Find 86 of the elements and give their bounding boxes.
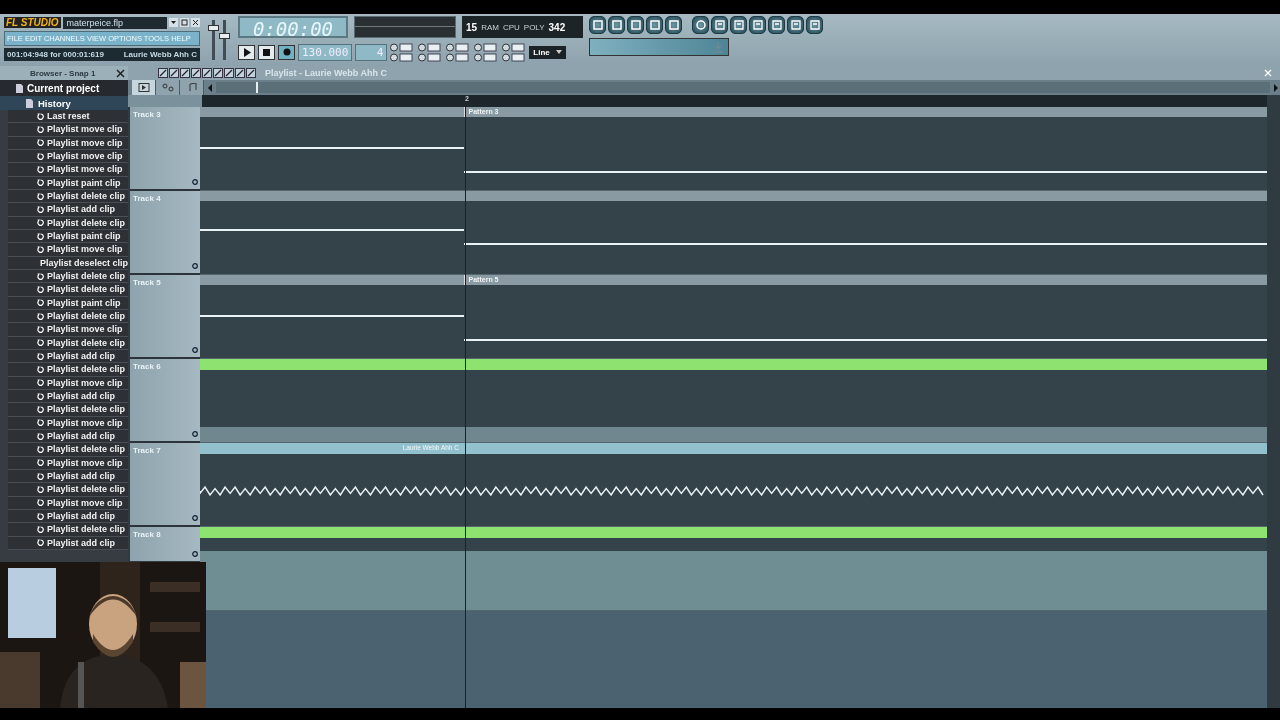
automation-clip[interactable] xyxy=(200,359,1267,370)
scroll-left-icon[interactable] xyxy=(206,82,214,93)
cpu-value: 15 xyxy=(466,21,478,33)
undo-step[interactable]: Playlist delete clip xyxy=(8,483,128,497)
undo-step[interactable]: Playlist move clip xyxy=(8,243,128,257)
dot-icon[interactable] xyxy=(192,263,198,269)
undo-step[interactable]: Last reset xyxy=(8,110,128,124)
track-name: Track 6 xyxy=(133,362,161,371)
undo-step[interactable]: Playlist add clip xyxy=(8,203,128,217)
undo-step[interactable]: Playlist delete clip xyxy=(8,523,128,537)
option-icon[interactable] xyxy=(474,42,499,52)
browser-title: Browser - Snap 1 xyxy=(30,68,96,78)
toolbar-button[interactable] xyxy=(627,16,644,34)
track-name: Track 4 xyxy=(133,194,161,203)
caret-icon xyxy=(555,50,562,54)
poly-label: POLY xyxy=(523,22,545,32)
app-logo: FL STUDIO xyxy=(4,17,61,28)
undo-step[interactable]: Playlist delete clip xyxy=(8,443,128,457)
dot-icon[interactable] xyxy=(192,179,198,185)
toolbar-button[interactable] xyxy=(806,16,823,34)
undo-step[interactable]: Playlist move clip xyxy=(8,123,128,137)
play-button[interactable] xyxy=(238,44,255,60)
undo-step[interactable]: Playlist move clip xyxy=(8,323,128,337)
restore-icon[interactable] xyxy=(180,18,189,27)
stop-icon xyxy=(263,48,270,56)
scroll-right-icon[interactable] xyxy=(1272,82,1280,93)
close-icon[interactable] xyxy=(191,18,200,27)
dot-icon[interactable] xyxy=(192,515,198,521)
record-icon xyxy=(282,48,291,56)
time-display: 0:00:00 xyxy=(238,16,348,38)
option-icon[interactable] xyxy=(446,42,471,52)
playlist-title: Playlist - Laurie Webb Ahh C xyxy=(265,68,388,78)
snap-dropdown[interactable]: Line xyxy=(529,45,566,59)
hint-text: 001:04:948 for 000:01:619 xyxy=(7,50,104,59)
option-icon[interactable] xyxy=(502,52,527,62)
nodes-icon xyxy=(161,83,174,92)
option-icon[interactable] xyxy=(502,42,527,52)
option-icon[interactable] xyxy=(446,52,471,62)
playlist-mode-icon xyxy=(137,83,150,92)
toolbar-button[interactable] xyxy=(665,16,682,34)
option-icon[interactable] xyxy=(418,52,443,62)
toolbar-button[interactable] xyxy=(749,16,766,34)
toolbar-button[interactable] xyxy=(692,16,709,34)
hint-name: Laurie Webb Ahh C xyxy=(123,50,197,59)
song-position-marker[interactable] xyxy=(256,82,258,93)
option-icon[interactable] xyxy=(474,52,499,62)
slider-thumb[interactable] xyxy=(219,33,230,39)
dot-icon[interactable] xyxy=(192,347,198,353)
toolbar-button[interactable] xyxy=(608,16,625,34)
clip-header[interactable] xyxy=(200,275,1267,285)
close-icon[interactable] xyxy=(116,68,125,78)
track-name: Track 5 xyxy=(133,278,161,287)
record-button[interactable] xyxy=(278,44,295,60)
track-name: Track 3 xyxy=(133,110,161,119)
toolbar-button[interactable] xyxy=(730,16,747,34)
option-icon[interactable] xyxy=(418,42,443,52)
undo-step[interactable]: Playlist move clip xyxy=(8,163,128,177)
option-icon[interactable] xyxy=(390,42,415,52)
dot-icon[interactable] xyxy=(192,551,198,557)
automation-clip[interactable] xyxy=(200,527,1267,538)
minimize-icon[interactable] xyxy=(169,18,178,27)
slider-thumb[interactable] xyxy=(208,25,219,31)
clip-header[interactable] xyxy=(200,191,1267,201)
clip-header[interactable] xyxy=(200,107,1267,117)
tree-item[interactable]: History xyxy=(0,96,128,110)
undo-step[interactable]: Playlist delete clip xyxy=(8,283,128,297)
undo-step[interactable]: Playlist delete clip xyxy=(8,363,128,377)
toolbar-button[interactable] xyxy=(589,16,606,34)
tree-item[interactable]: Current project xyxy=(0,80,128,96)
cpu-label: CPU xyxy=(502,22,520,32)
track-name: Track 8 xyxy=(133,530,161,539)
stop-button[interactable] xyxy=(258,44,275,60)
toolbar-button[interactable] xyxy=(787,16,804,34)
toolbar-button[interactable] xyxy=(768,16,785,34)
undo-step[interactable]: Playlist delete clip xyxy=(8,403,128,417)
poly-value: 342 xyxy=(548,21,566,33)
news-field[interactable] xyxy=(589,38,729,56)
ram-label: RAM xyxy=(481,22,499,32)
play-icon xyxy=(242,47,251,57)
file-name: materpeice.flp xyxy=(62,16,167,29)
option-icon[interactable] xyxy=(390,52,415,62)
view-tab[interactable] xyxy=(132,80,156,95)
toolbar-button[interactable] xyxy=(646,16,663,34)
toolbar-button[interactable] xyxy=(711,16,728,34)
dot-icon[interactable] xyxy=(192,431,198,437)
track-name: Track 7 xyxy=(133,446,161,455)
